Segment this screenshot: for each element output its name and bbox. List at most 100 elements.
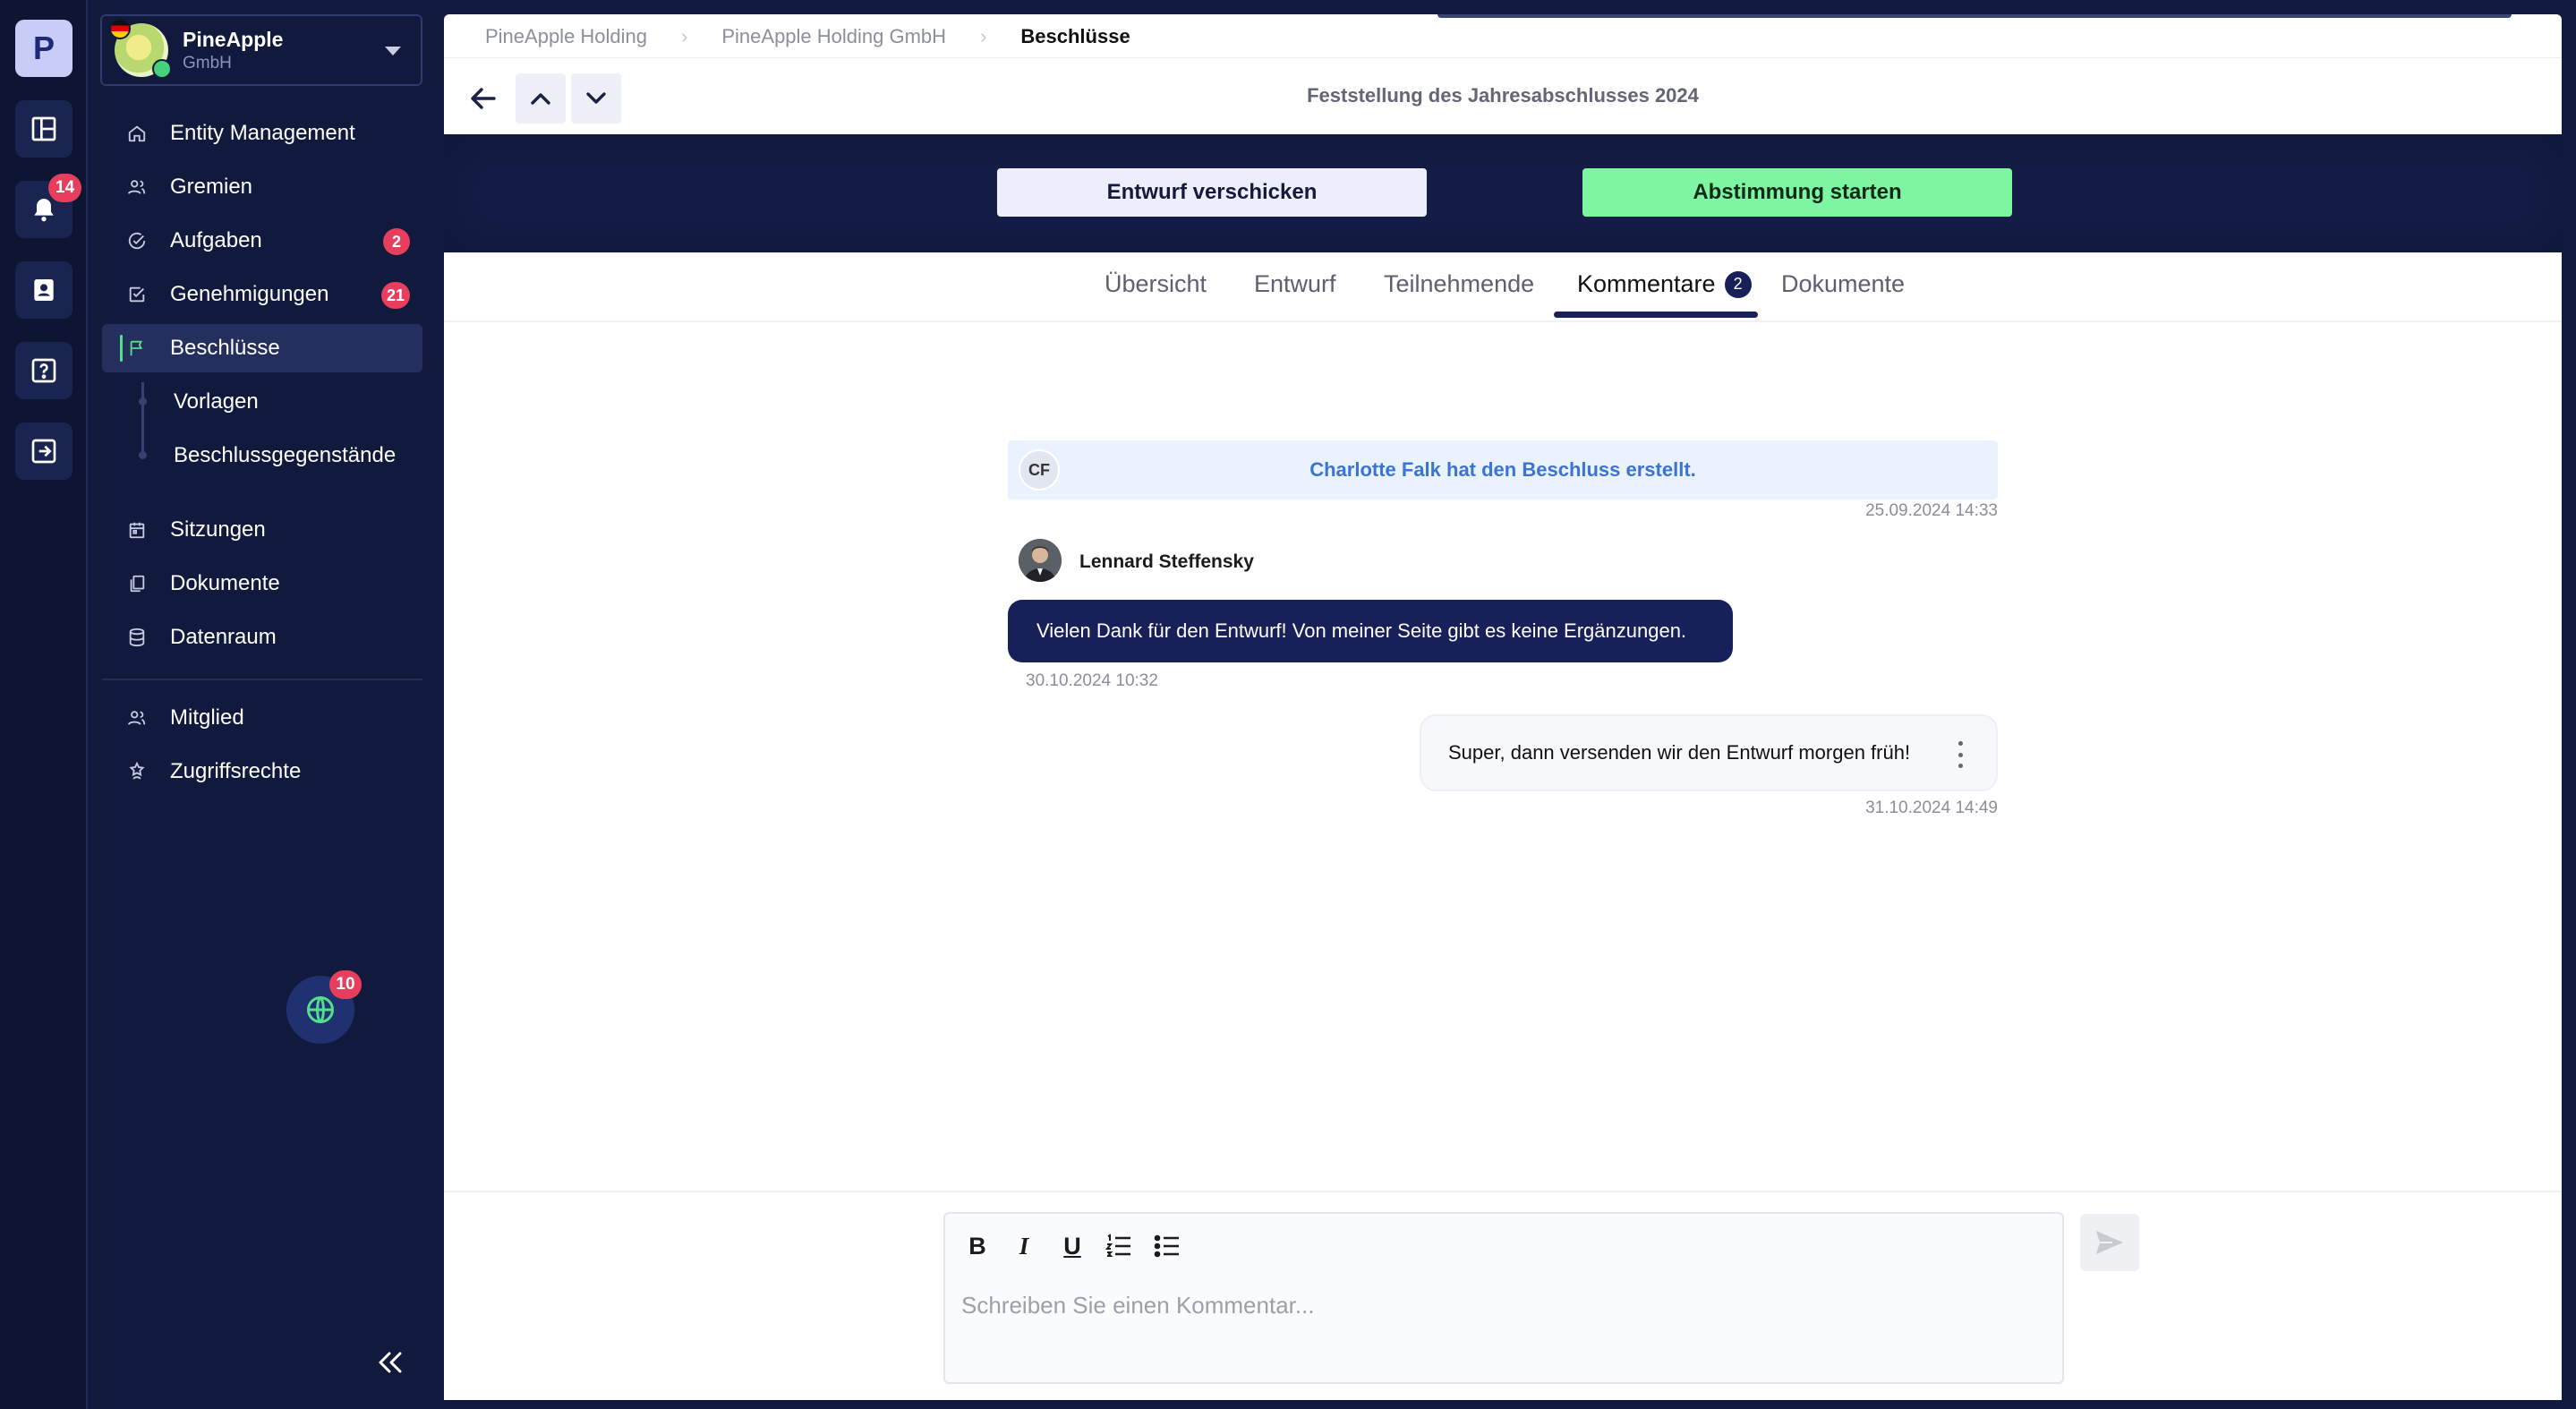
comment-editor: B I U xyxy=(943,1212,2064,1384)
check-square-icon xyxy=(127,285,147,304)
count-badge: 21 xyxy=(380,282,410,309)
org-name: PineApple xyxy=(183,27,284,51)
notification-badge: 14 xyxy=(48,174,82,202)
main-panel: PineApple Holding › PineApple Holding Gm… xyxy=(444,14,2562,1400)
tab-entwurf[interactable]: Entwurf xyxy=(1254,270,1336,298)
breadcrumb-item[interactable]: PineApple Holding GmbH xyxy=(721,25,946,48)
flag-icon xyxy=(127,338,147,358)
help-icon[interactable] xyxy=(15,342,73,399)
database-icon xyxy=(127,628,147,647)
tree-dot xyxy=(139,451,147,459)
system-message: CF Charlotte Falk hat den Beschluss erst… xyxy=(1008,440,1998,500)
double-chevron-left-icon xyxy=(379,1352,402,1373)
send-comment-button[interactable] xyxy=(2080,1214,2139,1271)
avatar xyxy=(1019,539,1062,582)
flag-icon xyxy=(109,18,131,39)
sidebar-item-label: Zugriffsrechte xyxy=(170,759,302,783)
sidebar-subitem-beschlussgegenstaende[interactable]: Beschlussgegenstände xyxy=(174,431,396,480)
sidebar-item-mitglied[interactable]: Mitglied xyxy=(102,694,422,742)
tab-dokumente[interactable]: Dokumente xyxy=(1781,270,1905,298)
sidebar-item-label: Sitzungen xyxy=(170,517,266,542)
system-message-text: Charlotte Falk hat den Beschluss erstell… xyxy=(1309,458,1696,481)
star-person-icon xyxy=(127,761,147,781)
tab-teilnehmende[interactable]: Teilnehmende xyxy=(1384,270,1534,298)
collapse-sidebar-button[interactable] xyxy=(372,1346,408,1379)
comment-text: Super, dann versenden wir den Entwurf mo… xyxy=(1448,741,1911,764)
bullet-list-button[interactable] xyxy=(1151,1230,1183,1262)
sidebar-item-beschluesse[interactable]: Beschlüsse xyxy=(102,324,422,372)
sidebar: PineApple GmbH Entity Management Gremien… xyxy=(90,0,444,1409)
chevron-right-icon: › xyxy=(980,25,987,47)
sidebar-item-entity-management[interactable]: Entity Management xyxy=(102,109,422,158)
sidebar-item-datenraum[interactable]: Datenraum xyxy=(102,613,422,662)
divider xyxy=(444,57,2562,58)
status-dot-icon xyxy=(152,59,172,79)
ordered-list-icon xyxy=(1105,1234,1130,1257)
own-comment-bubble: Super, dann versenden wir den Entwurf mo… xyxy=(1420,714,1998,791)
users-icon xyxy=(127,708,147,728)
comment-bubble: Vielen Dank für den Entwurf! Von meiner … xyxy=(1008,600,1733,662)
tab-label: Kommentare xyxy=(1577,270,1716,297)
sidebar-item-label: Gremien xyxy=(170,175,253,199)
home-icon xyxy=(127,124,147,143)
send-icon xyxy=(2096,1231,2123,1254)
sidebar-item-sitzungen[interactable]: Sitzungen xyxy=(102,506,422,554)
tab-bar: Übersicht Entwurf Teilnehmende Kommentar… xyxy=(444,252,2562,322)
sidebar-item-dokumente[interactable]: Dokumente xyxy=(102,559,422,608)
org-switcher[interactable]: PineApple GmbH xyxy=(100,14,422,86)
layout-icon[interactable] xyxy=(15,100,73,158)
timestamp: 25.09.2024 14:33 xyxy=(1865,501,1998,520)
sidebar-item-label: Aufgaben xyxy=(170,228,262,252)
active-tab-indicator xyxy=(1554,312,1758,318)
timestamp: 31.10.2024 14:49 xyxy=(1865,798,1998,817)
start-vote-button[interactable]: Abstimmung starten xyxy=(1582,168,2012,217)
sidebar-divider xyxy=(102,679,422,680)
check-circle-icon xyxy=(127,231,147,251)
sidebar-item-label: Beschlüsse xyxy=(170,336,280,360)
ordered-list-button[interactable] xyxy=(1103,1230,1135,1262)
count-badge: 2 xyxy=(383,228,410,255)
sidebar-item-genehmigungen[interactable]: Genehmigungen 21 xyxy=(102,270,422,319)
sidebar-item-label: Datenraum xyxy=(170,625,277,649)
users-icon xyxy=(127,177,147,197)
more-options-icon[interactable] xyxy=(1957,741,1964,768)
sidebar-item-label: Entity Management xyxy=(170,121,355,145)
support-badge: 10 xyxy=(329,970,362,999)
globe-icon xyxy=(307,996,334,1023)
comment-input[interactable] xyxy=(961,1287,2035,1323)
logo-icon[interactable]: P xyxy=(15,20,73,77)
window-scroll-indicator xyxy=(1437,14,2512,18)
app-root: P 14 PineApple GmbH Entity Management Gr… xyxy=(0,0,2576,1409)
contact-icon[interactable] xyxy=(15,261,73,319)
sidebar-item-label: Mitglied xyxy=(170,705,244,730)
timestamp: 30.10.2024 10:32 xyxy=(1026,671,1158,690)
sidebar-item-aufgaben[interactable]: Aufgaben 2 xyxy=(102,217,422,265)
sidebar-item-label: Dokumente xyxy=(170,571,280,595)
tab-uebersicht[interactable]: Übersicht xyxy=(1105,270,1207,298)
logo-letter: P xyxy=(32,30,55,66)
breadcrumb: PineApple Holding › PineApple Holding Gm… xyxy=(485,23,1130,50)
logout-icon[interactable] xyxy=(15,423,73,480)
divider xyxy=(444,1191,2562,1192)
calendar-icon xyxy=(127,520,147,540)
breadcrumb-current: Beschlüsse xyxy=(1020,25,1130,47)
tab-kommentare[interactable]: Kommentare 2 xyxy=(1577,270,1752,298)
bullet-list-icon xyxy=(1154,1234,1179,1258)
org-sub: GmbH xyxy=(183,53,232,73)
sidebar-item-zugriffsrechte[interactable]: Zugriffsrechte xyxy=(102,747,422,796)
documents-icon xyxy=(127,574,147,593)
tree-line xyxy=(141,382,144,457)
sidebar-subitem-vorlagen[interactable]: Vorlagen xyxy=(174,378,259,426)
tab-count-badge: 2 xyxy=(1724,270,1752,298)
send-draft-button[interactable]: Entwurf verschicken xyxy=(997,168,1427,217)
comment-author: Lennard Steffensky xyxy=(1079,551,1254,572)
org-logo-icon xyxy=(109,18,172,79)
caret-down-icon[interactable] xyxy=(385,47,401,56)
bold-button[interactable]: B xyxy=(961,1230,994,1262)
chevron-right-icon: › xyxy=(681,25,688,47)
underline-button[interactable]: U xyxy=(1056,1230,1088,1262)
breadcrumb-item[interactable]: PineApple Holding xyxy=(485,25,647,48)
sidebar-item-gremien[interactable]: Gremien xyxy=(102,163,422,211)
italic-button[interactable]: I xyxy=(1008,1230,1040,1262)
action-bar: Entwurf verschicken Abstimmung starten xyxy=(444,134,2562,252)
